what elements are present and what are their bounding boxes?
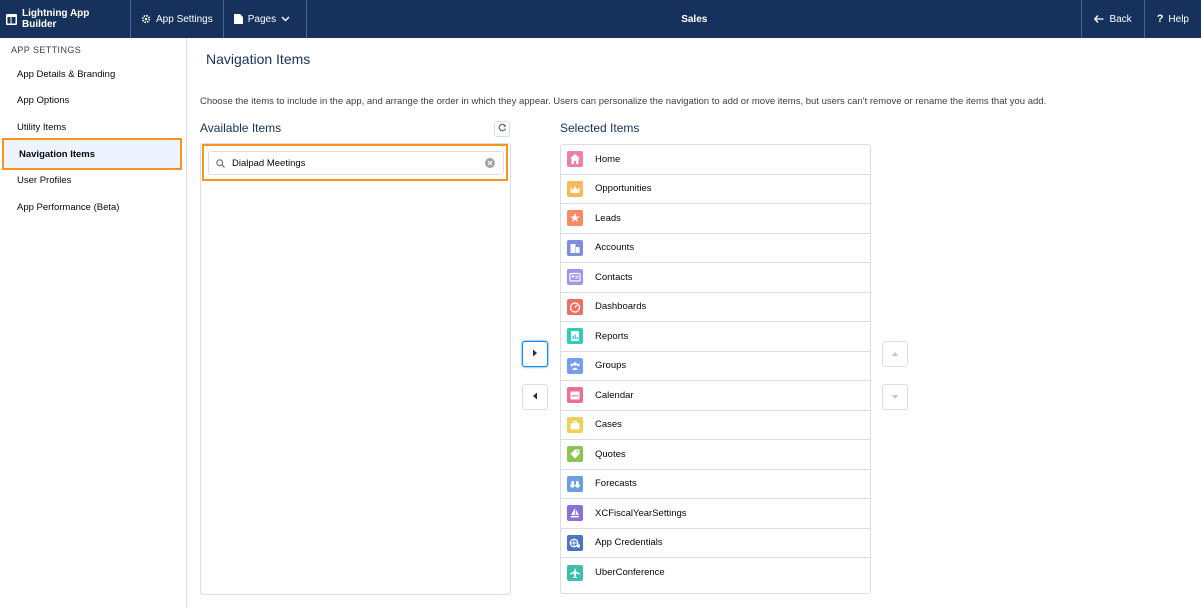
selected-item-label: App Credentials (595, 537, 663, 549)
selected-item-label: XCFiscalYearSettings (595, 507, 687, 519)
settings-sidebar: APP SETTINGS App Details & Branding App … (0, 38, 187, 608)
search-value: Dialpad Meetings (232, 157, 306, 169)
move-down-button[interactable] (882, 384, 908, 410)
top-nav-bar: Lightning App Builder App Settings Pages… (0, 0, 1201, 38)
selected-item-label: Calendar (595, 389, 634, 401)
report-icon (567, 328, 583, 345)
selected-item-row[interactable]: Cases (561, 411, 870, 440)
help-button[interactable]: ? Help (1143, 0, 1201, 38)
sidebar-item-label: App Details & Branding (17, 68, 116, 80)
selected-item-row[interactable]: Dashboards (561, 293, 870, 322)
selected-item-row[interactable]: Leads (561, 204, 870, 234)
selected-item-row[interactable]: Calendar (561, 381, 870, 411)
briefcase-icon (567, 416, 583, 433)
sidebar-item-user-profiles[interactable]: User Profiles (0, 167, 186, 193)
caret-left-icon (532, 392, 538, 403)
selected-item-label: Reports (595, 330, 629, 342)
sidebar-item-label: App Options (17, 94, 70, 106)
move-to-selected-button[interactable] (522, 341, 548, 367)
sidebar-item-label: User Profiles (17, 174, 72, 186)
selected-item-row[interactable]: Accounts (561, 234, 870, 263)
selected-item-row[interactable]: Groups (561, 352, 870, 381)
back-label: Back (1109, 13, 1132, 25)
move-up-button[interactable] (882, 341, 908, 367)
available-items-list[interactable] (200, 143, 511, 595)
selected-item-row[interactable]: Reports (561, 322, 870, 352)
plane-icon (567, 564, 583, 581)
lead-star-icon (567, 210, 583, 227)
selected-item-label: Quotes (595, 448, 626, 460)
sidebar-item-utility-items[interactable]: Utility Items (0, 114, 186, 140)
app-settings-label: App Settings (156, 13, 213, 25)
chevron-down-icon (281, 16, 290, 22)
selected-item-row[interactable]: UberConference (561, 558, 870, 588)
gear-icon (141, 14, 151, 24)
refresh-button[interactable] (494, 121, 510, 137)
sidebar-heading: APP SETTINGS (11, 45, 82, 55)
selected-items-label: Selected Items (560, 121, 640, 135)
selected-item-label: Cases (595, 419, 622, 431)
selected-item-label: Dashboards (595, 301, 647, 313)
binoculars-icon (567, 475, 583, 492)
selected-item-row[interactable]: App Credentials (561, 529, 870, 558)
gauge-icon (567, 298, 583, 315)
available-items-search-input[interactable]: Dialpad Meetings (208, 151, 504, 175)
sidebar-item-navigation-items[interactable]: Navigation Items (2, 138, 182, 170)
caret-down-icon (891, 392, 899, 403)
caret-right-icon (532, 349, 538, 360)
back-button[interactable]: Back (1081, 0, 1143, 38)
page-title: Navigation Items (206, 51, 311, 67)
selected-item-label: UberConference (595, 567, 665, 579)
page-icon (233, 14, 243, 24)
page-description: Choose the items to include in the app, … (200, 96, 1047, 107)
app-builder-brand[interactable]: Lightning App Builder (0, 0, 131, 38)
pages-label: Pages (247, 13, 277, 25)
selected-items-list: Home Opportunities Leads Accounts Contacts Da… (560, 144, 871, 594)
selected-item-label: Contacts (595, 271, 633, 283)
selected-item-row[interactable]: Forecasts (561, 470, 870, 499)
selected-item-label: Leads (595, 212, 621, 224)
search-icon (216, 158, 225, 168)
sidebar-item-app-details-branding[interactable]: App Details & Branding (0, 61, 186, 87)
help-label: Help (1168, 13, 1189, 25)
selected-item-label: Opportunities (595, 183, 652, 195)
selected-item-label: Forecasts (595, 478, 637, 490)
building-icon (567, 239, 583, 256)
calendar-icon (567, 387, 583, 404)
home-icon (567, 151, 583, 168)
contact-card-icon (567, 269, 583, 286)
sidebar-item-label: Utility Items (17, 121, 67, 133)
selected-item-label: Accounts (595, 242, 635, 254)
caret-up-icon (891, 349, 899, 360)
clear-icon[interactable] (485, 158, 495, 168)
sailboat-icon (567, 505, 583, 522)
selected-item-row[interactable]: Opportunities (561, 175, 870, 204)
selected-item-label: Groups (595, 360, 627, 372)
crown-icon (567, 180, 583, 197)
pages-menu-button[interactable]: Pages (224, 0, 308, 38)
sidebar-item-app-performance[interactable]: App Performance (Beta) (0, 194, 186, 220)
sidebar-item-label: App Performance (Beta) (17, 201, 120, 213)
move-to-available-button[interactable] (522, 384, 548, 410)
sidebar-item-app-options[interactable]: App Options (0, 87, 186, 113)
selected-item-row[interactable]: Home (561, 145, 870, 175)
app-settings-button[interactable]: App Settings (131, 0, 224, 38)
selected-item-row[interactable]: Contacts (561, 263, 870, 293)
brand-label: Lightning App Builder (22, 8, 90, 30)
sidebar-item-label: Navigation Items (19, 148, 96, 160)
selected-item-label: Home (595, 153, 621, 165)
available-items-label: Available Items (200, 121, 282, 135)
app-name-title: Sales (681, 13, 708, 25)
refresh-icon (498, 123, 507, 135)
selected-item-row[interactable]: XCFiscalYearSettings (561, 499, 870, 529)
selected-item-row[interactable]: Quotes (561, 440, 870, 470)
tag-icon (567, 446, 583, 463)
question-icon: ? (1156, 13, 1164, 25)
app-builder-icon (6, 13, 17, 25)
groups-icon (567, 357, 583, 374)
globe-key-icon (567, 534, 583, 551)
arrow-left-icon (1094, 15, 1104, 23)
